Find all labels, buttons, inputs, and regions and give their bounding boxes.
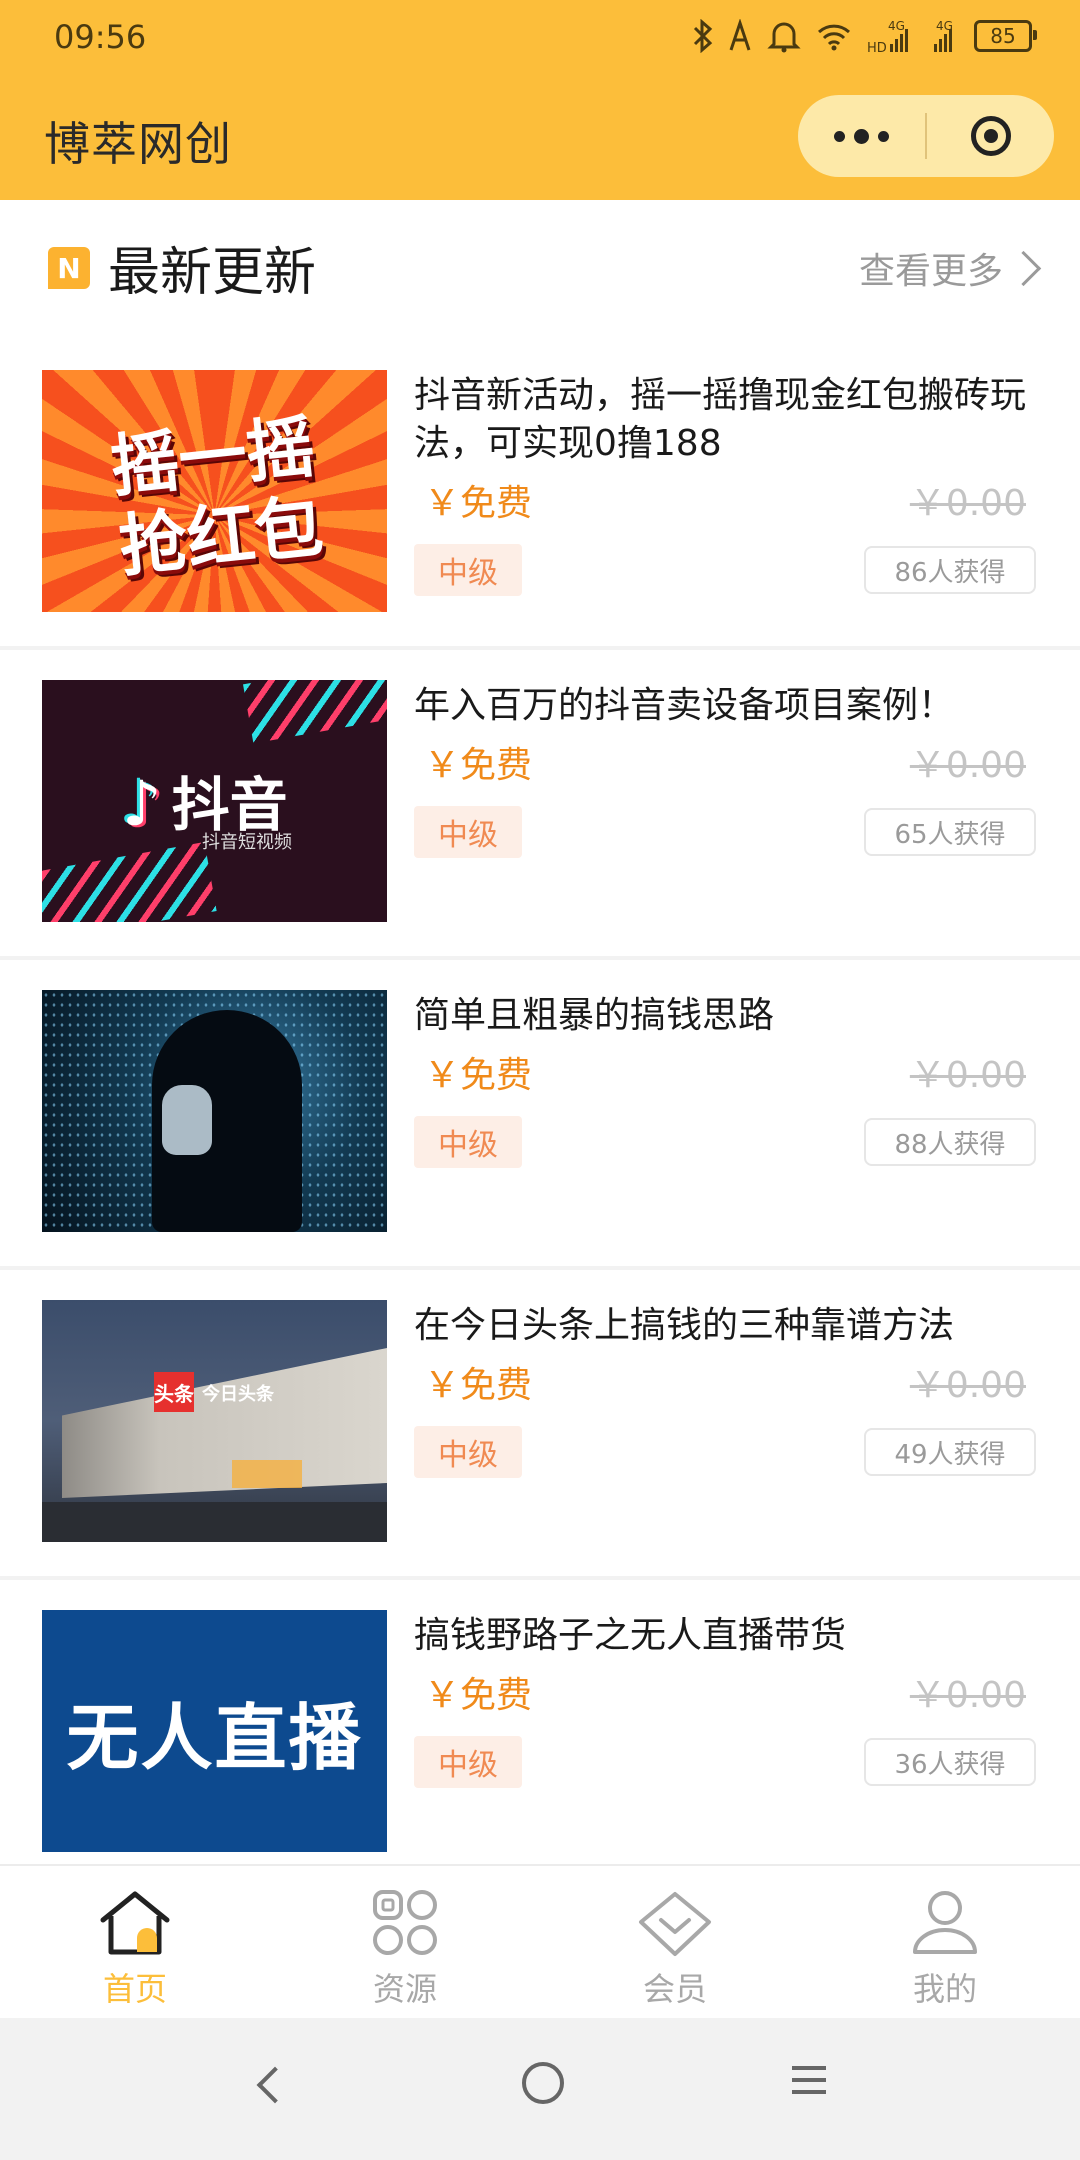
app-header: 09:56 HD 4G 4G 85 博萃网创 bbox=[0, 0, 1080, 200]
wifi-icon bbox=[816, 21, 852, 51]
level-badge: 中级 bbox=[414, 806, 522, 858]
level-badge: 中级 bbox=[414, 544, 522, 596]
item-price: ￥免费 bbox=[424, 483, 533, 524]
list-item[interactable]: 头条 今日头条 在今日头条上搞钱的三种靠谱方法 ￥免费 ￥0.00 中级 49人… bbox=[0, 1270, 1080, 1580]
signal-icon-1: HD 4G bbox=[866, 18, 912, 54]
level-badge: 中级 bbox=[414, 1736, 522, 1788]
close-miniprogram-button[interactable] bbox=[927, 95, 1054, 177]
item-title: 搞钱野路子之无人直播带货 bbox=[414, 1615, 847, 1656]
list-item[interactable]: 无人直播 搞钱野路子之无人直播带货 ￥免费 ￥0.00 中级 36人获得 bbox=[0, 1580, 1080, 1890]
tab-mine[interactable]: 我的 bbox=[810, 1866, 1080, 2020]
thumbnail-subtext: 抖音短视频 bbox=[202, 832, 292, 853]
toutiao-logo: 头条 bbox=[154, 1372, 194, 1412]
thumbnail-text: 无人直播 bbox=[66, 1695, 363, 1780]
list-item[interactable]: 摇一摇抢红包 抖音新活动，摇一摇撸现金红包搬砖玩法，可实现0撸188 ￥免费 ￥… bbox=[0, 340, 1080, 650]
obtained-count: 49人获得 bbox=[864, 1428, 1036, 1476]
item-price: ￥免费 bbox=[424, 1365, 533, 1406]
tab-label: 资源 bbox=[372, 1970, 437, 2008]
svg-text:HD: HD bbox=[867, 41, 887, 54]
obtained-count: 36人获得 bbox=[864, 1738, 1036, 1786]
tab-resources[interactable]: 资源 bbox=[270, 1866, 540, 2020]
item-title: 抖音新活动，摇一摇撸现金红包搬砖玩法，可实现0撸188 bbox=[414, 375, 1027, 464]
item-title: 年入百万的抖音卖设备项目案例！ bbox=[414, 685, 955, 726]
alarm-bell-icon bbox=[766, 19, 802, 53]
tab-home[interactable]: 首页 bbox=[0, 1866, 270, 2020]
signal-icon-2: 4G bbox=[926, 18, 960, 54]
user-icon bbox=[913, 1891, 977, 1954]
more-menu-button[interactable] bbox=[798, 95, 925, 177]
thumbnail-image bbox=[42, 990, 387, 1232]
obtained-count: 65人获得 bbox=[864, 808, 1036, 856]
thumbnail-image: 头条 今日头条 bbox=[42, 1300, 387, 1542]
tab-label: 首页 bbox=[102, 1970, 167, 2008]
item-original-price: ￥0.00 bbox=[909, 745, 1026, 786]
more-dots-icon bbox=[834, 130, 845, 142]
thumbnail-image: 摇一摇抢红包 bbox=[42, 370, 387, 612]
auto-brightness-icon bbox=[728, 19, 752, 53]
obtained-count: 88人获得 bbox=[864, 1118, 1036, 1166]
level-badge: 中级 bbox=[414, 1116, 522, 1168]
item-original-price: ￥0.00 bbox=[909, 1055, 1026, 1096]
thumbnail-subtext: 今日头条 bbox=[202, 1384, 274, 1405]
view-more-link[interactable]: 查看更多 bbox=[858, 242, 1042, 294]
miniprogram-capsule bbox=[798, 95, 1054, 177]
home-circle-icon[interactable] bbox=[522, 2062, 564, 2104]
menu-icon[interactable] bbox=[792, 2066, 826, 2102]
bluetooth-icon bbox=[692, 19, 714, 53]
tab-label: 会员 bbox=[642, 1970, 707, 2008]
vip-diamond-icon bbox=[639, 1892, 711, 1956]
tab-label: 我的 bbox=[912, 1970, 977, 2008]
list-item[interactable]: ♪ 抖音 抖音短视频 年入百万的抖音卖设备项目案例！ ￥免费 ￥0.00 中级 6… bbox=[0, 650, 1080, 960]
new-badge-icon: N bbox=[48, 247, 90, 289]
item-title: 简单且粗暴的搞钱思路 bbox=[414, 995, 775, 1036]
list-item[interactable]: 简单且粗暴的搞钱思路 ￥免费 ￥0.00 中级 88人获得 bbox=[0, 960, 1080, 1270]
item-price: ￥免费 bbox=[424, 1055, 533, 1096]
grid-icon bbox=[373, 1890, 437, 1955]
item-title: 在今日头条上搞钱的三种靠谱方法 bbox=[414, 1305, 955, 1346]
music-note-icon: ♪ bbox=[122, 767, 162, 840]
target-icon bbox=[970, 116, 1011, 156]
obtained-count: 86人获得 bbox=[864, 546, 1036, 594]
item-price: ￥免费 bbox=[424, 1675, 533, 1716]
system-navigation-bar bbox=[0, 2018, 1080, 2160]
page-title: 博萃网创 bbox=[44, 117, 232, 171]
svg-text:4G: 4G bbox=[888, 19, 905, 33]
battery-icon: 85 bbox=[974, 20, 1037, 52]
tab-vip[interactable]: 会员 bbox=[540, 1866, 810, 2020]
view-more-label: 查看更多 bbox=[858, 251, 1003, 292]
thumbnail-text: 摇一摇抢红包 bbox=[107, 407, 327, 588]
section-header: N 最新更新 查看更多 bbox=[0, 200, 1080, 340]
course-list: 摇一摇抢红包 抖音新活动，摇一摇撸现金红包搬砖玩法，可实现0撸188 ￥免费 ￥… bbox=[0, 340, 1080, 1890]
item-original-price: ￥0.00 bbox=[909, 1365, 1026, 1406]
thumbnail-image: 无人直播 bbox=[42, 1610, 387, 1852]
item-original-price: ￥0.00 bbox=[909, 483, 1026, 524]
status-icons: HD 4G 4G 85 bbox=[692, 14, 1037, 58]
chevron-right-icon bbox=[1005, 250, 1042, 286]
section-title: 最新更新 bbox=[108, 243, 317, 303]
back-icon[interactable] bbox=[256, 2066, 294, 2104]
level-badge: 中级 bbox=[414, 1426, 522, 1478]
item-price: ￥免费 bbox=[424, 745, 533, 786]
bottom-tab-bar: 首页 资源 会员 我的 bbox=[0, 1864, 1080, 2020]
status-time: 09:56 bbox=[54, 18, 147, 56]
thumbnail-image: ♪ 抖音 抖音短视频 bbox=[42, 680, 387, 922]
home-icon bbox=[100, 1891, 170, 1955]
item-original-price: ￥0.00 bbox=[909, 1675, 1026, 1716]
